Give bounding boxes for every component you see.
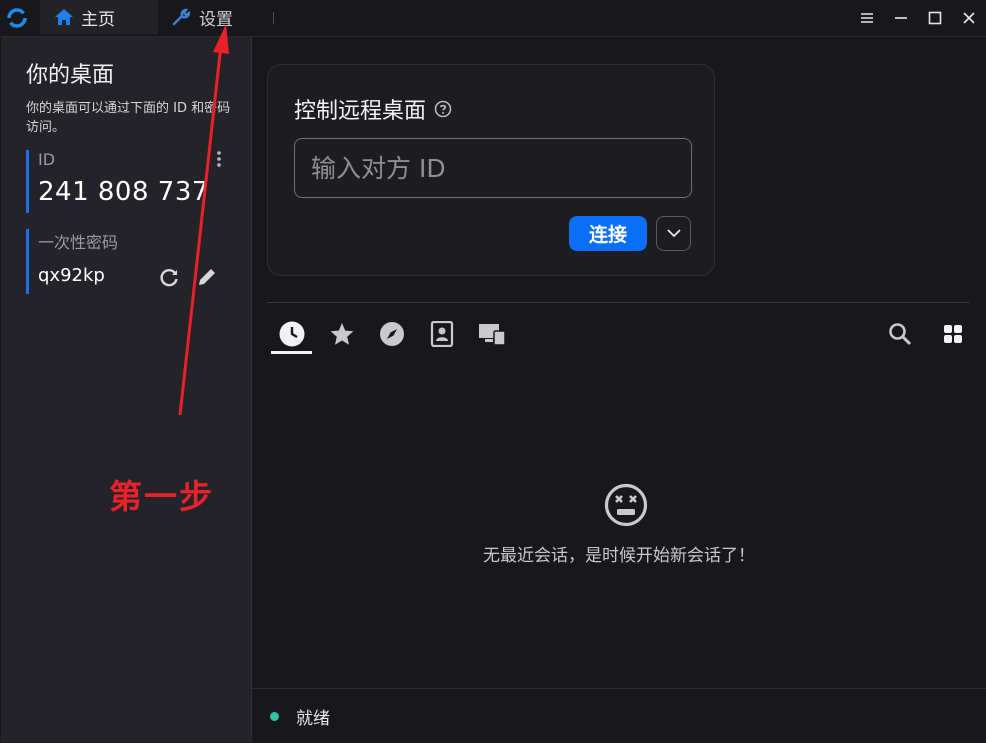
star-icon <box>330 323 354 345</box>
control-title-text: 控制远程桌面 <box>294 99 427 124</box>
close-icon <box>963 12 975 24</box>
tab-discovered[interactable] <box>375 317 409 351</box>
close-button[interactable] <box>952 0 986 36</box>
active-tab-indicator <box>271 351 312 354</box>
tab-home-label: 主页 <box>81 9 115 30</box>
maximize-icon <box>928 11 942 25</box>
tab-address-book[interactable] <box>425 317 459 351</box>
tab-recent-sessions[interactable] <box>275 317 309 351</box>
sidebar: 你的桌面 你的桌面可以通过下面的 ID 和密码访问。 ID 241 808 73… <box>1 37 252 742</box>
home-icon <box>55 9 73 25</box>
edit-pencil-icon[interactable] <box>196 266 218 288</box>
remote-id-input[interactable] <box>294 138 692 198</box>
tab-group[interactable] <box>475 317 509 351</box>
minimize-button[interactable] <box>884 0 918 36</box>
sad-face-icon <box>604 483 648 527</box>
control-title: 控制远程桌面 <box>294 93 452 125</box>
search-button[interactable] <box>883 317 917 351</box>
main-panel: 控制远程桌面 连接 <box>252 37 986 742</box>
empty-sessions-message: 无最近会话，是时候开始新会话了！ <box>483 546 755 566</box>
tab-home[interactable]: 主页 <box>40 0 158 34</box>
status-indicator <box>270 712 279 721</box>
id-value[interactable]: 241 808 737 <box>38 177 222 207</box>
address-book-icon <box>430 321 454 347</box>
password-label: 一次性密码 <box>38 233 119 252</box>
refresh-icon[interactable] <box>158 267 180 289</box>
maximize-button[interactable] <box>918 0 952 36</box>
devices-icon <box>479 324 506 346</box>
connect-button[interactable]: 连接 <box>569 216 647 251</box>
sidebar-description: 你的桌面可以通过下面的 ID 和密码访问。 <box>26 101 231 135</box>
annotation-step-one: 第一步 <box>109 477 214 516</box>
title-bar: 主页 设置 <box>0 0 986 37</box>
tab-settings-label: 设置 <box>199 9 233 30</box>
help-icon[interactable] <box>434 100 452 118</box>
view-toggle-button[interactable] <box>936 317 970 351</box>
minimize-icon <box>895 17 907 19</box>
search-icon <box>889 323 912 346</box>
control-remote-card: 控制远程桌面 连接 <box>267 64 715 276</box>
app-logo-icon <box>7 8 27 28</box>
wrench-icon <box>172 8 191 26</box>
sidebar-title: 你的桌面 <box>26 63 115 88</box>
more-options-icon[interactable] <box>215 150 223 168</box>
id-label: ID <box>38 150 56 169</box>
status-text: 就绪 <box>296 709 330 729</box>
tab-favorites[interactable] <box>325 317 359 351</box>
tab-settings[interactable]: 设置 <box>166 0 260 34</box>
tab-divider <box>273 12 274 24</box>
connect-options-button[interactable] <box>656 216 691 251</box>
password-value[interactable]: qx92kp <box>38 265 222 286</box>
compass-icon <box>380 322 404 346</box>
clock-icon <box>279 321 305 347</box>
id-block: ID 241 808 737 <box>26 150 222 213</box>
chevron-down-icon <box>666 229 681 238</box>
section-divider <box>267 302 970 303</box>
menu-button[interactable] <box>850 0 884 36</box>
grid-view-icon <box>944 325 962 343</box>
status-bar: 就绪 <box>252 688 986 743</box>
hamburger-icon <box>861 13 873 23</box>
password-block: 一次性密码 qx92kp <box>26 229 222 294</box>
